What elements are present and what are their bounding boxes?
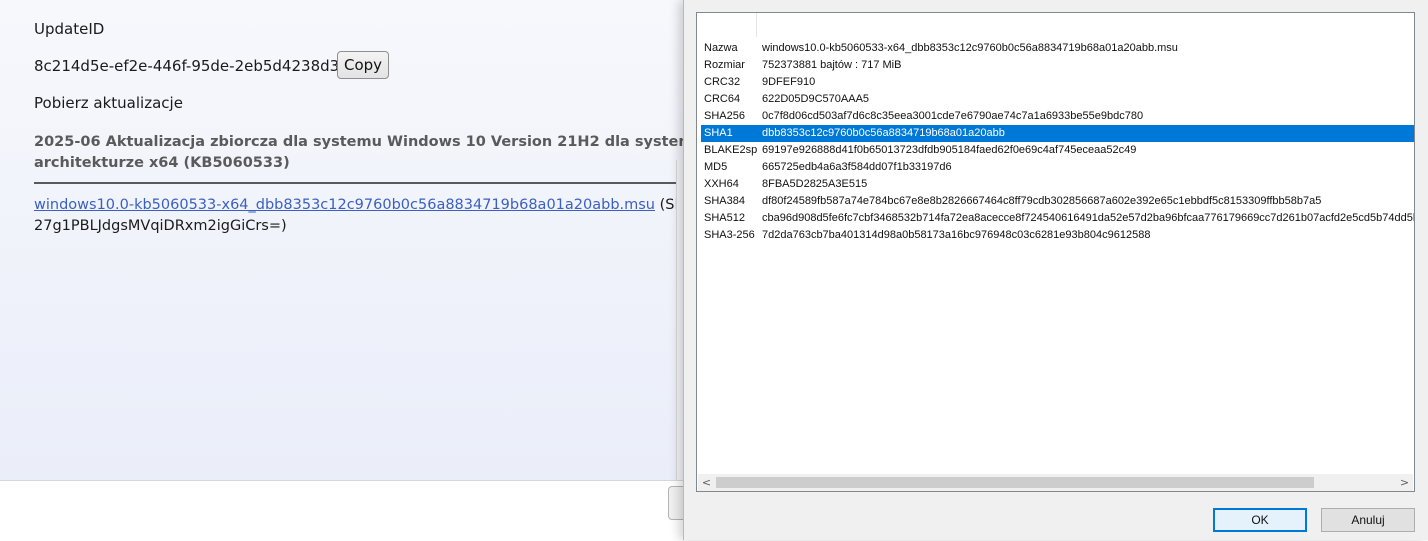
checksum-value: 7d2da763cb7ba401314d98a0b58173a16bc97694… <box>762 229 1151 241</box>
ok-button[interactable]: OK <box>1213 508 1307 532</box>
checksum-key: CRC64 <box>704 93 741 105</box>
checksum-value: 9DFEF910 <box>762 76 816 88</box>
checksum-row[interactable]: Nazwa windows10.0-kb5060533-x64_dbb8353c1… <box>701 40 1414 57</box>
checksum-value: 8FBA5D2825A3E515 <box>762 178 868 190</box>
checksum-row[interactable]: CRC32 9DFEF910 <box>701 74 1414 91</box>
checksum-key: SHA384 <box>704 195 745 207</box>
checksum-value: 752373881 bajtów : 717 MiB <box>762 59 902 71</box>
checksum-key: XXH64 <box>704 178 739 190</box>
checksum-key: SHA256 <box>704 110 745 122</box>
cancel-button[interactable]: Anuluj <box>1321 508 1415 532</box>
checksum-key: SHA1 <box>704 127 733 139</box>
checksum-key: SHA3-256 <box>704 229 755 241</box>
checksum-row[interactable]: SHA512 cba96d908d5fe6fc7cbf3468532b714fa7… <box>701 210 1414 227</box>
download-heading: Pobierz aktualizacje <box>34 94 183 112</box>
column-header-separator <box>756 13 757 37</box>
checksum-value: 622D05D9C570AAA5 <box>762 93 870 105</box>
checksum-value: df80f24589fb587a74e784bc67e8e8b282666746… <box>762 195 1322 207</box>
checksum-key: SHA512 <box>704 212 745 224</box>
checksum-value: cba96d908d5fe6fc7cbf3468532b714fa72ea8ac… <box>762 212 1415 224</box>
scrollbar-thumb[interactable] <box>716 477 1314 488</box>
checksum-key: Rozmiar <box>704 59 745 71</box>
title-divider <box>34 182 694 184</box>
update-title-line1: 2025-06 Aktualizacja zbiorcza dla system… <box>34 134 694 150</box>
checksum-row[interactable]: CRC64 622D05D9C570AAA5 <box>701 91 1414 108</box>
checksum-row[interactable]: SHA3-256 7d2da763cb7ba401314d98a0b58173a1… <box>701 227 1414 244</box>
file-entry: windows10.0-kb5060533-x64_dbb8353c12c976… <box>34 195 684 237</box>
checksum-row[interactable]: MD5 665725edb4a6a3f584dd07f1b33197d6 <box>701 159 1414 176</box>
checksum-row[interactable]: BLAKE2sp 69197e926888d41f0b65013723dfdb90… <box>701 142 1414 159</box>
checksum-key: Nazwa <box>704 42 738 54</box>
checksum-row[interactable]: SHA256 0c7f8d06cd503af7d6c8c35eea3001cde7… <box>701 108 1414 125</box>
copy-button[interactable]: Copy <box>337 51 389 79</box>
checksum-key: BLAKE2sp <box>704 144 758 156</box>
checksum-value: 665725edb4a6a3f584dd07f1b33197d6 <box>762 161 952 173</box>
scroll-right-arrow-icon[interactable]: > <box>1396 474 1413 491</box>
checksum-value: dbb8353c12c9760b0c56a8834719b68a01a20abb <box>762 127 1005 139</box>
update-id-label: UpdateID <box>34 20 105 38</box>
file-sha-value: 27g1PBLJdgsMVqiDRxm2igGiCrs=) <box>34 218 287 234</box>
checksum-value: 69197e926888d41f0b65013723dfdb905184faed… <box>762 144 1137 156</box>
checksum-row[interactable]: SHA1 dbb8353c12c9760b0c56a8834719b68a01a2… <box>701 125 1414 142</box>
update-title-line2: architekturze x64 (KB5060533) <box>34 155 290 171</box>
checksum-value: windows10.0-kb5060533-x64_dbb8353c12c976… <box>762 42 1178 54</box>
horizontal-scrollbar[interactable]: < > <box>698 474 1413 491</box>
webpage-background: UpdateID 8c214d5e-ef2e-446f-95de-2eb5d42… <box>0 0 694 540</box>
page-footer-bar <box>0 480 684 541</box>
checksum-key: MD5 <box>704 161 728 173</box>
checksum-row[interactable]: Rozmiar 752373881 bajtów : 717 MiB <box>701 57 1414 74</box>
checksum-dialog: Nazwa windows10.0-kb5060533-x64_dbb8353c1… <box>683 0 1428 540</box>
checksum-value: 0c7f8d06cd503af7d6c8c35eea3001cde7e6790a… <box>762 110 1144 122</box>
file-download-link[interactable]: windows10.0-kb5060533-x64_dbb8353c12c976… <box>34 197 655 213</box>
update-id-value: 8c214d5e-ef2e-446f-95de-2eb5d4238d3d <box>34 57 349 75</box>
update-title: 2025-06 Aktualizacja zbiorcza dla system… <box>34 132 694 174</box>
checksum-list[interactable]: Nazwa windows10.0-kb5060533-x64_dbb8353c1… <box>696 12 1415 492</box>
scroll-left-arrow-icon[interactable]: < <box>698 474 715 491</box>
checksum-row[interactable]: SHA384 df80f24589fb587a74e784bc67e8e8b282… <box>701 193 1414 210</box>
checksum-row[interactable]: XXH64 8FBA5D2825A3E515 <box>701 176 1414 193</box>
checksum-key: CRC32 <box>704 76 741 88</box>
